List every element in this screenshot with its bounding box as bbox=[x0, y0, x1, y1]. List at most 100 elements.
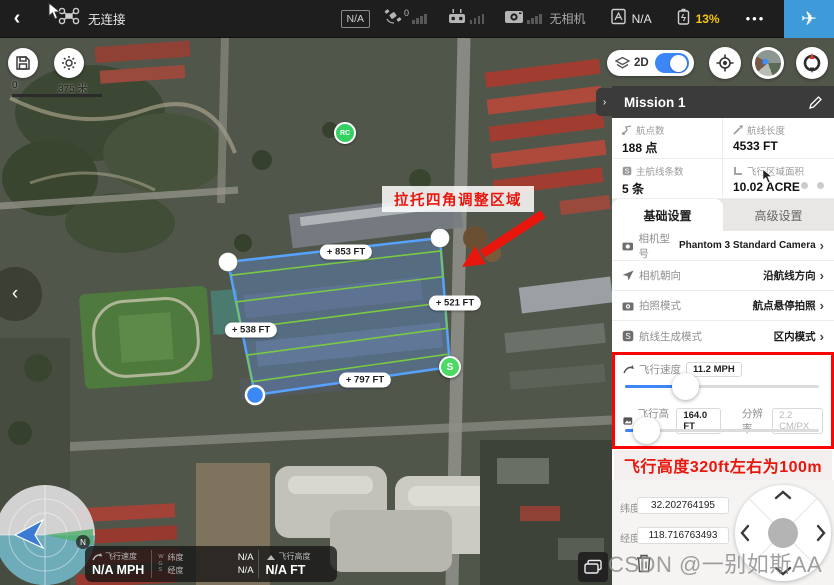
edge-length-right: + 521 FT bbox=[429, 296, 481, 311]
speed-value-box: 11.2 MPH bbox=[686, 362, 742, 377]
battery-icon bbox=[676, 8, 691, 30]
mission-panel: Mission 1 航点数 188 点 航线长度 4533 FT bbox=[612, 86, 834, 585]
row-camera-heading[interactable]: 相机朝向 沿航线方向 › bbox=[612, 261, 834, 291]
remote-controller-icon bbox=[447, 8, 467, 29]
route-mode-icon: S bbox=[622, 330, 634, 342]
watermark: CSDN @一别如斯AA bbox=[608, 547, 822, 579]
row-route-mode[interactable]: S 航线生成模式 区内模式 › bbox=[612, 321, 834, 351]
flight-mode-value: N/A bbox=[632, 12, 652, 26]
panel-collapse-handle[interactable]: › bbox=[596, 88, 613, 116]
speed-slider-row: 飞行速度 11.2 MPH bbox=[623, 362, 823, 377]
speed-slider[interactable] bbox=[625, 385, 819, 388]
telemetry-alt-label: 飞行高度 bbox=[279, 551, 311, 562]
telemetry-alt-value: N/A FT bbox=[266, 563, 311, 577]
tab-advanced-settings[interactable]: 高级设置 bbox=[723, 199, 834, 231]
mouse-cursor-white bbox=[48, 2, 62, 20]
photo-mode-icon bbox=[622, 301, 634, 311]
map-2d-label: 2D bbox=[634, 57, 649, 69]
flight-mode-icon bbox=[610, 8, 627, 30]
edit-mission-icon[interactable] bbox=[809, 96, 822, 109]
speed-slider-thumb[interactable] bbox=[672, 373, 699, 400]
compass-north-badge: N bbox=[76, 535, 90, 549]
telemetry-lat-label: 纬度 bbox=[168, 552, 184, 563]
telemetry-speed-label: 飞行速度 bbox=[105, 551, 137, 562]
stat-area: 飞行区域面积 10.02 ACRE bbox=[723, 159, 834, 200]
map-annotation: 拉托四角调整区域 bbox=[382, 186, 534, 212]
altitude-slider[interactable] bbox=[625, 429, 819, 432]
annotation-arrow bbox=[482, 214, 543, 254]
back-button[interactable]: ‹ bbox=[0, 7, 34, 30]
corner-handle-top-right[interactable] bbox=[431, 229, 450, 248]
locate-button[interactable] bbox=[709, 47, 741, 79]
main-lines-icon: S bbox=[622, 166, 632, 176]
mouse-cursor-black bbox=[762, 168, 774, 184]
svg-text:S: S bbox=[625, 332, 630, 341]
tab-basic-settings[interactable]: 基础设置 bbox=[612, 199, 723, 231]
battery-percent: 13% bbox=[696, 12, 720, 26]
scale-start: 0 bbox=[12, 80, 18, 91]
satellite-count: 0 bbox=[404, 8, 409, 18]
telemetry-lat-value: N/A bbox=[238, 552, 254, 563]
settings-tabs: 基础设置 高级设置 bbox=[612, 199, 834, 231]
flight-params-highlight: 飞行速度 11.2 MPH 飞行高度 164.0 FT 分辨率 2.2 CM/P… bbox=[612, 352, 834, 449]
more-menu-button[interactable]: ••• bbox=[746, 11, 766, 26]
corner-handle-bottom-left[interactable] bbox=[246, 386, 264, 404]
edge-length-top: + 853 FT bbox=[320, 245, 372, 260]
wgs-label: WGS bbox=[152, 546, 163, 582]
stat-waypoints: 航点数 188 点 bbox=[612, 118, 723, 159]
minimap-thumbnail bbox=[753, 48, 783, 78]
mode-badge: N/A bbox=[341, 10, 371, 28]
altitude-slider-thumb[interactable] bbox=[633, 417, 660, 444]
stat-main-lines: S 主航线条数 5 条 bbox=[612, 159, 723, 200]
camera-status-text: 无相机 bbox=[550, 10, 586, 27]
telemetry-lng-label: 经度 bbox=[168, 565, 184, 576]
camera-status-icon bbox=[504, 9, 524, 29]
map-mode-pill: 2D bbox=[607, 50, 694, 76]
satellite-signal-bars bbox=[412, 14, 427, 24]
minimap-button[interactable] bbox=[752, 47, 784, 79]
map-settings-button[interactable] bbox=[54, 48, 84, 78]
route-length-icon bbox=[733, 125, 743, 135]
lat-field[interactable]: 32.202764195 bbox=[637, 497, 729, 514]
altitude-icon bbox=[266, 553, 276, 561]
2d-toggle[interactable] bbox=[655, 53, 689, 73]
map-type-button[interactable] bbox=[578, 552, 608, 582]
camera-signal-bars bbox=[527, 14, 542, 24]
start-point-marker[interactable]: S bbox=[439, 356, 461, 378]
corner-handle-top-left[interactable] bbox=[219, 253, 238, 272]
telemetry-speed-value: N/A MPH bbox=[92, 563, 144, 577]
mission-header: Mission 1 bbox=[612, 86, 834, 118]
dpad-up-chevron bbox=[776, 492, 790, 498]
telemetry-lng-value: N/A bbox=[238, 565, 254, 576]
telemetry-bar: 飞行速度 N/A MPH WGS 纬度 N/A 经度 N/A bbox=[85, 546, 337, 582]
area-icon bbox=[733, 166, 743, 176]
camera-heading-icon bbox=[622, 270, 634, 281]
edge-length-left: + 538 FT bbox=[225, 323, 277, 338]
top-status-bar: ‹ 无连接 N/A 0 bbox=[0, 0, 834, 38]
edge-length-bottom: + 797 FT bbox=[339, 373, 391, 388]
compass-reset-button[interactable] bbox=[796, 47, 828, 79]
attitude-indicator bbox=[0, 483, 97, 585]
satellite-icon bbox=[384, 8, 402, 29]
svg-text:S: S bbox=[625, 168, 630, 175]
connection-status: 无连接 bbox=[88, 9, 126, 28]
camera-model-icon bbox=[622, 241, 634, 251]
scale-bar bbox=[12, 94, 102, 97]
save-mission-button[interactable] bbox=[8, 48, 38, 78]
mission-title: Mission 1 bbox=[624, 95, 809, 110]
stat-route-length: 航线长度 4533 FT bbox=[723, 118, 834, 159]
dpad-left-chevron bbox=[742, 526, 748, 540]
dpad-center[interactable] bbox=[768, 518, 798, 548]
flight-speed-icon bbox=[623, 365, 634, 374]
takeoff-button[interactable]: ✈ bbox=[784, 0, 834, 38]
rc-location-marker[interactable]: RC bbox=[334, 122, 356, 144]
row-camera-model[interactable]: 相机型号 Phantom 3 Standard Camera › bbox=[612, 231, 834, 261]
stats-pagination-dots[interactable] bbox=[801, 182, 824, 189]
scale-distance: 375 米 bbox=[58, 80, 87, 95]
row-photo-mode[interactable]: 拍照模式 航点悬停拍照 › bbox=[612, 291, 834, 321]
waypoints-icon bbox=[622, 125, 632, 135]
lng-field[interactable]: 118.716763493 bbox=[637, 527, 729, 544]
rc-signal-bars bbox=[470, 14, 485, 24]
flight-altitude-icon bbox=[623, 416, 633, 426]
layers-icon bbox=[615, 56, 630, 70]
